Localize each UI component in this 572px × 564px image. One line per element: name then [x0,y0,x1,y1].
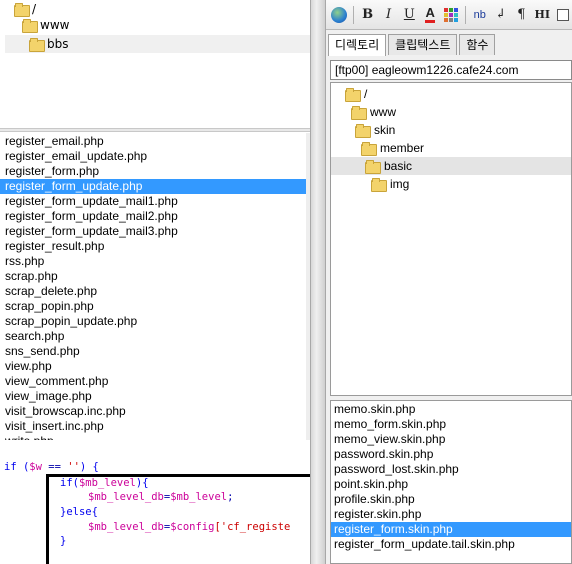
folder-icon [22,18,38,33]
toolbar-separator [464,5,466,24]
file-list-item[interactable]: register.skin.php [331,507,571,522]
left-file-list[interactable]: register_email.php register_email_update.… [0,133,306,440]
file-list-item[interactable]: register_form_update_mail3.php [0,224,306,239]
file-list-item[interactable]: sns_send.php [0,344,306,359]
tree-item-member[interactable]: member [361,139,424,157]
folder-icon [29,37,45,52]
file-list-item[interactable]: scrap.php [0,269,306,284]
horizontal-splitter[interactable] [0,128,310,132]
tree-item-skin[interactable]: skin [355,121,395,139]
file-list-item[interactable]: scrap_popin_update.php [0,314,306,329]
line-break-icon[interactable]: ↲ [492,5,510,25]
folder-icon [361,141,377,156]
tree-item-label: skin [374,123,396,137]
paragraph-icon[interactable]: ¶ [513,5,531,25]
tree-item-www[interactable]: www [22,16,69,34]
file-list-item[interactable]: visit_insert.inc.php [0,419,306,434]
file-list-item[interactable]: rss.php [0,254,306,269]
file-list-item[interactable]: register_email.php [0,134,306,149]
file-list-item[interactable]: search.php [0,329,306,344]
tree-item-basic[interactable]: basic [331,157,571,175]
tree-item-label: member [380,141,425,155]
tab-clip-text[interactable]: 클립텍스트 [388,34,458,55]
file-list-item[interactable]: register_result.php [0,239,306,254]
italic-icon[interactable]: I [380,5,398,25]
left-directory-tree[interactable]: / www bbs [0,0,310,128]
folder-icon [14,2,30,17]
file-list-item[interactable]: register_form.php [0,164,306,179]
tree-item-label: www [40,18,70,32]
file-list-item[interactable]: write.php [0,434,306,440]
file-list-item[interactable]: scrap_delete.php [0,284,306,299]
file-list-item[interactable]: password.skin.php [331,447,571,462]
tab-directory[interactable]: 디렉토리 [328,34,387,56]
bold-icon[interactable]: B [359,5,377,25]
highlight-icon[interactable]: HI [533,5,551,25]
file-list-item[interactable]: register_form_update_mail1.php [0,194,306,209]
toolbar-separator [352,5,354,24]
file-list-item[interactable]: point.skin.php [331,477,571,492]
nobreak-icon[interactable]: nb [471,5,489,25]
right-pane: B I U A nb ↲ ¶ HI 디렉토리 클립텍스트 함수 [ftp00] … [326,0,572,564]
file-list-item[interactable]: password_lost.skin.php [331,462,571,477]
checkbox-icon[interactable] [554,5,572,25]
tree-item-root[interactable]: / [345,85,367,103]
code-line-1: if ($w == '') { [4,461,99,473]
file-list-item[interactable]: memo.skin.php [331,402,571,417]
tree-item-label: basic [384,159,413,173]
sidebar-tabs: 디렉토리 클립텍스트 함수 [326,34,572,56]
code-highlight-box [46,474,312,564]
right-file-list[interactable]: memo.skin.php memo_form.skin.php memo_view… [330,400,572,564]
file-list-item[interactable]: register_form_update_mail2.php [0,209,306,224]
file-list-item[interactable]: register_form_update.tail.skin.php [331,537,571,552]
font-color-icon[interactable]: A [421,5,439,25]
color-palette-icon[interactable] [442,5,460,25]
globe-icon[interactable] [330,5,348,25]
file-list-item[interactable]: view_image.php [0,389,306,404]
file-list-item[interactable]: view.php [0,359,306,374]
folder-icon [351,105,367,120]
tree-item-img[interactable]: img [371,175,409,193]
vertical-splitter[interactable] [310,0,326,564]
tree-item-label: / [32,2,37,16]
folder-icon [365,159,381,174]
file-list-item[interactable]: register_form.skin.php [331,522,571,537]
file-list-item[interactable]: visit_browscap.inc.php [0,404,306,419]
left-pane: / www bbs register_email.php register_ema… [0,0,312,564]
file-list-item[interactable]: register_email_update.php [0,149,306,164]
file-list-item[interactable]: register_form_update.php [0,179,306,194]
file-list-item[interactable]: profile.skin.php [331,492,571,507]
tree-item-label: bbs [47,37,69,51]
tree-item-label: / [364,87,368,101]
tree-item-label: www [370,105,396,119]
file-list-item[interactable]: memo_view.skin.php [331,432,571,447]
folder-icon [355,123,371,138]
editor-toolbar: B I U A nb ↲ ¶ HI [326,0,572,30]
tree-item-bbs[interactable]: bbs [5,35,310,53]
file-list-item[interactable]: scrap_popin.php [0,299,306,314]
tree-item-label: img [390,177,410,191]
file-list-item[interactable]: view_comment.php [0,374,306,389]
right-directory-tree[interactable]: / www skin member basic img [330,82,572,396]
ftp-server-select[interactable]: [ftp00] eagleowm1226.cafe24.com [330,60,572,80]
tree-item-www[interactable]: www [351,103,396,121]
folder-icon [371,177,387,192]
folder-icon [345,87,361,102]
tab-functions[interactable]: 함수 [459,34,496,55]
file-list-item[interactable]: memo_form.skin.php [331,417,571,432]
underline-icon[interactable]: U [400,5,418,25]
